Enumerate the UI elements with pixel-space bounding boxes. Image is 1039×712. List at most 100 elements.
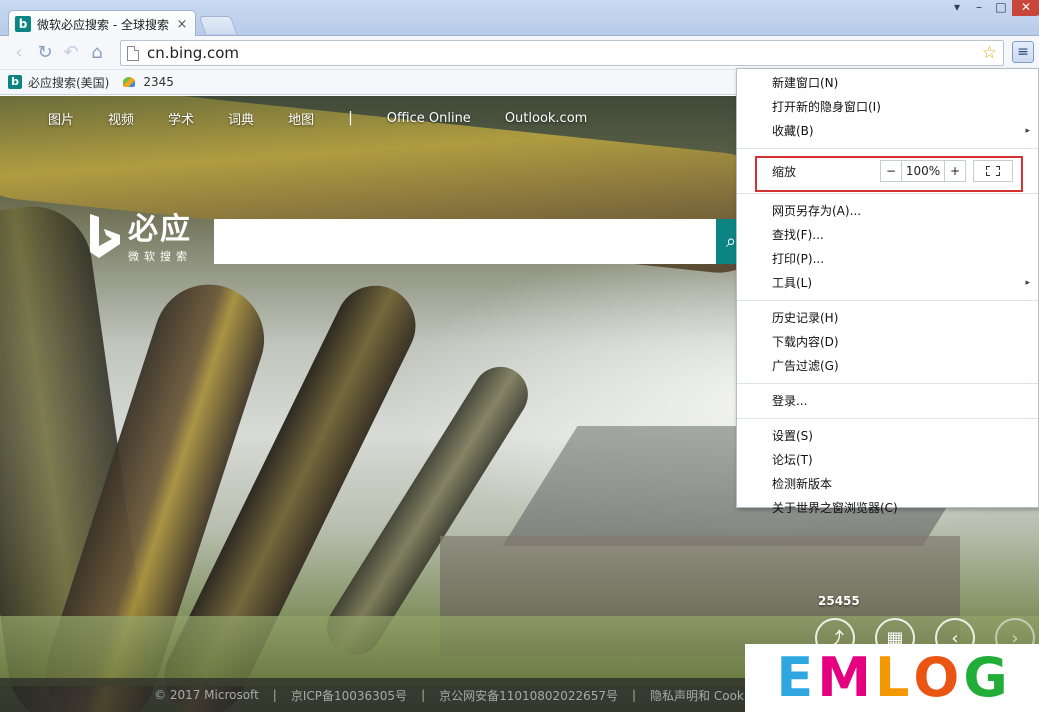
menu-item-label: 登录...: [772, 394, 808, 408]
zoom-in-button[interactable]: +: [945, 161, 965, 181]
menu-divider: [737, 300, 1038, 301]
maximize-icon[interactable]: □: [990, 0, 1012, 16]
menu-item-downloads[interactable]: 下载内容(D): [737, 330, 1038, 354]
menu-item-label: 新建窗口(N): [772, 76, 839, 90]
footer-privacy-link[interactable]: 隐私声明和 Cookie: [650, 687, 755, 704]
browser-main-menu: 新建窗口(N) 打开新的隐身窗口(I) 收藏(B) ▸ 缩放 − 100% + 网…: [736, 68, 1039, 515]
menu-item-label: 查找(F)...: [772, 228, 824, 242]
menu-item-tools[interactable]: 工具(L) ▸: [737, 271, 1038, 295]
nav-separator: |: [348, 110, 353, 126]
bing-top-nav: 图片 视频 学术 词典 地图 | Office Online Outlook.c…: [0, 96, 621, 140]
tab-strip: b 微软必应搜索 - 全球搜索 × ▾ – □ ✕: [0, 0, 1039, 37]
menu-item-label: 历史记录(H): [772, 311, 839, 325]
menu-item-label: 打开新的隐身窗口(I): [772, 100, 881, 114]
menu-item-label: 论坛(T): [772, 453, 813, 467]
menu-item-label: 收藏(B): [772, 124, 814, 138]
menu-item-label: 设置(S): [772, 429, 813, 443]
watermark-letter: O: [913, 646, 960, 709]
bing-logo-icon: [90, 214, 120, 258]
menu-item-save-page[interactable]: 网页另存为(A)...: [737, 199, 1038, 223]
tab-close-icon[interactable]: ×: [175, 17, 189, 32]
menu-item-label: 打印(P)...: [772, 252, 825, 266]
bookmark-label: 2345: [143, 75, 174, 89]
menu-item-check-update[interactable]: 检测新版本: [737, 472, 1038, 496]
nav-images[interactable]: 图片: [48, 109, 74, 128]
bookmark-bing-us[interactable]: b 必应搜索(美国): [8, 74, 109, 91]
footer-copyright: © 2017 Microsoft: [154, 688, 259, 702]
menu-item-find[interactable]: 查找(F)...: [737, 223, 1038, 247]
bookmark-label: 必应搜索(美国): [28, 75, 110, 90]
menu-item-forum[interactable]: 论坛(T): [737, 448, 1038, 472]
back-icon[interactable]: ‹: [6, 40, 32, 66]
zoom-out-button[interactable]: −: [881, 161, 901, 181]
undo-close-tab-icon[interactable]: ↶: [58, 40, 84, 66]
menu-item-new-window[interactable]: 新建窗口(N): [737, 71, 1038, 95]
window-controls: ▾ – □ ✕: [946, 0, 1039, 16]
menu-item-label: 工具(L): [772, 276, 813, 290]
menu-item-label: 关于世界之窗浏览器(C): [772, 501, 898, 515]
watermark-letter: G: [963, 646, 1008, 709]
logo-title: 必应: [128, 212, 192, 247]
nav-maps[interactable]: 地图: [288, 109, 314, 128]
address-bar[interactable]: cn.bing.com ☆: [120, 40, 1004, 66]
watermark-letter: E: [776, 646, 814, 709]
menu-item-about[interactable]: 关于世界之窗浏览器(C): [737, 496, 1038, 520]
image-counter: 25455: [818, 594, 860, 608]
menu-divider: [737, 383, 1038, 384]
url-text[interactable]: cn.bing.com: [147, 44, 982, 62]
new-tab-button[interactable]: [198, 16, 238, 34]
fullscreen-button[interactable]: [973, 160, 1013, 182]
menu-divider: [737, 418, 1038, 419]
footer-icp-link[interactable]: 京ICP备10036305号: [291, 687, 407, 704]
menu-item-label: 网页另存为(A)...: [772, 204, 862, 218]
nav-office-online[interactable]: Office Online: [387, 111, 471, 126]
fullscreen-icon: [986, 166, 1000, 176]
nav-academic[interactable]: 学术: [168, 109, 194, 128]
bookmark-2345[interactable]: 2345: [121, 75, 174, 89]
submenu-arrow-icon: ▸: [1025, 278, 1030, 288]
nav-outlook[interactable]: Outlook.com: [505, 111, 588, 126]
menu-item-label: 检测新版本: [772, 477, 833, 491]
bing-icon: b: [8, 75, 22, 89]
menu-item-ad-filter[interactable]: 广告过滤(G): [737, 354, 1038, 378]
footer-separator: |: [272, 688, 277, 702]
menu-item-settings[interactable]: 设置(S): [737, 424, 1038, 448]
zoom-label: 缩放: [772, 164, 797, 179]
watermark-letter: L: [874, 646, 910, 709]
bookmark-star-icon[interactable]: ☆: [982, 43, 997, 63]
watermark-letter: M: [817, 646, 871, 709]
submenu-arrow-icon: ▸: [1025, 126, 1030, 136]
menu-item-login[interactable]: 登录...: [737, 389, 1038, 413]
toolbar: ‹ ↻ ↶ ⌂ cn.bing.com ☆ ≡: [0, 36, 1039, 70]
page-icon: [127, 45, 139, 61]
logo-subtitle: 微软搜索: [128, 250, 192, 263]
menu-divider: [737, 193, 1038, 194]
menu-zoom-row: 缩放 − 100% +: [737, 154, 1038, 192]
reload-icon[interactable]: ↻: [32, 40, 58, 66]
bing-logo: 必应 微软搜索: [88, 214, 192, 264]
emlog-watermark: E M L O G: [745, 644, 1039, 712]
bing-favicon-icon: b: [15, 16, 31, 32]
menu-item-print[interactable]: 打印(P)...: [737, 247, 1038, 271]
zoom-control: − 100% +: [880, 160, 966, 182]
main-menu-icon[interactable]: ≡: [1012, 41, 1034, 63]
minimize-icon[interactable]: –: [968, 0, 990, 16]
menu-item-incognito-window[interactable]: 打开新的隐身窗口(I): [737, 95, 1038, 119]
footer-police-link[interactable]: 京公网安备11010802022657号: [439, 687, 618, 704]
window-menu-icon[interactable]: ▾: [946, 0, 968, 16]
menu-item-favorites[interactable]: 收藏(B) ▸: [737, 119, 1038, 143]
footer-separator: |: [421, 688, 426, 702]
menu-divider: [737, 148, 1038, 149]
menu-item-label: 广告过滤(G): [772, 359, 839, 373]
home-icon[interactable]: ⌂: [84, 40, 110, 66]
nav-dictionary[interactable]: 词典: [228, 109, 254, 128]
tab-title: 微软必应搜索 - 全球搜索: [37, 17, 169, 32]
window-close-icon[interactable]: ✕: [1012, 0, 1039, 16]
2345-icon: [121, 75, 137, 89]
tab-bing[interactable]: b 微软必应搜索 - 全球搜索 ×: [8, 10, 196, 37]
footer-separator: |: [632, 688, 637, 702]
nav-videos[interactable]: 视频: [108, 109, 134, 128]
menu-item-label: 下载内容(D): [772, 335, 839, 349]
search-input[interactable]: [214, 219, 716, 264]
menu-item-history[interactable]: 历史记录(H): [737, 306, 1038, 330]
